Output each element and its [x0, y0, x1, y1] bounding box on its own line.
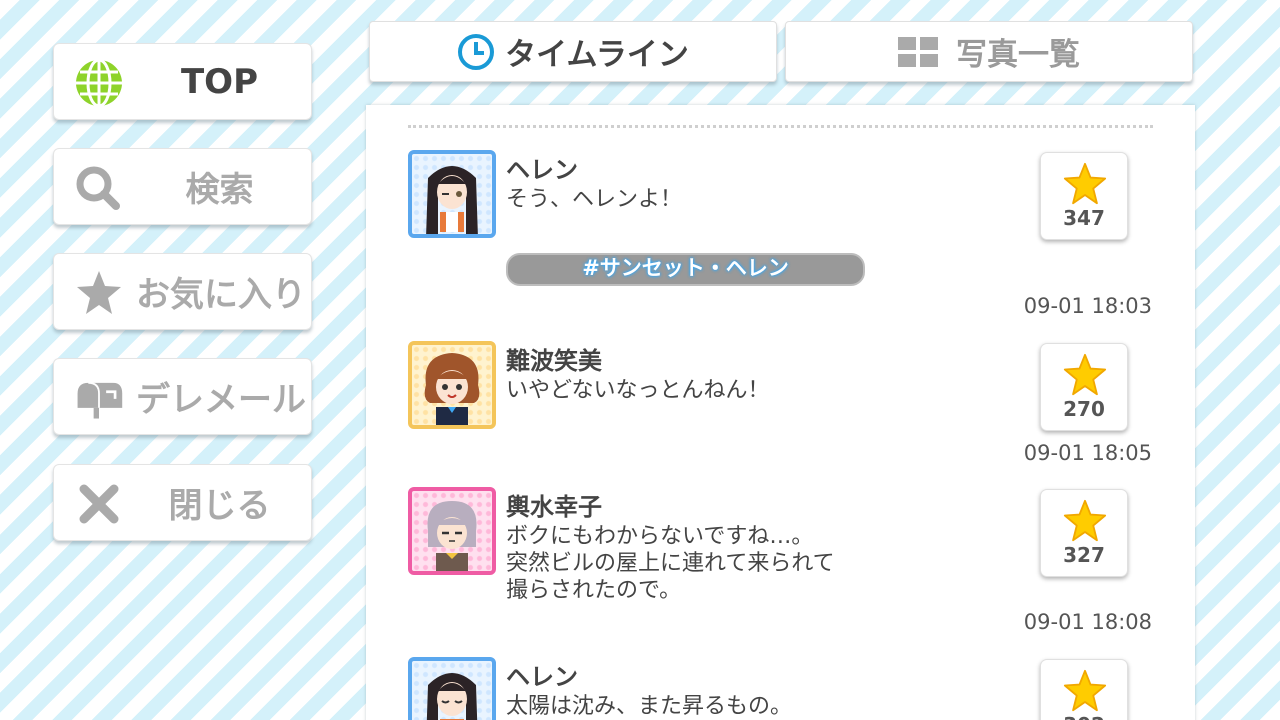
top-button[interactable]: TOP: [53, 43, 312, 120]
close-button[interactable]: 閉じる: [53, 464, 312, 541]
deremail-button[interactable]: デレメール: [53, 358, 312, 435]
post-author: ヘレン: [506, 156, 578, 184]
like-button[interactable]: 347: [1040, 152, 1128, 240]
search-icon: [74, 163, 124, 213]
star-icon: [74, 268, 124, 318]
avatar[interactable]: [408, 657, 496, 720]
star-icon: [1063, 353, 1107, 396]
post-author: 輿水幸子: [506, 493, 602, 521]
post-message: 太陽は沈み、また昇るもの。: [506, 694, 793, 719]
avatar[interactable]: [408, 487, 496, 575]
post-message: そう、ヘレンよ！: [506, 187, 683, 212]
timeline-panel[interactable]: ヘレン そう、ヘレンよ！ #サンセット・ヘレン 347 09-01 18:03: [366, 105, 1195, 720]
post-author: 難波笑美: [506, 347, 602, 375]
like-count: 347: [1063, 206, 1105, 230]
tab-timeline[interactable]: タイムライン: [369, 21, 777, 82]
tab-photos[interactable]: 写真一覧: [785, 21, 1193, 82]
favorites-label: お気に入り: [136, 275, 306, 315]
post-time: 09-01 18:08: [1023, 610, 1152, 634]
clock-icon: [457, 33, 495, 71]
like-button[interactable]: 327: [1040, 489, 1128, 577]
tab-timeline-label: タイムライン: [505, 37, 689, 73]
close-label: 閉じる: [168, 486, 271, 526]
hashtag[interactable]: #サンセット・ヘレン: [506, 253, 865, 286]
post-time: 09-01 18:03: [1023, 294, 1152, 318]
search-label: 検索: [185, 170, 254, 210]
like-count: 302: [1041, 713, 1127, 720]
star-icon: [1063, 499, 1107, 542]
top-label: TOP: [180, 61, 258, 102]
avatar[interactable]: [408, 150, 496, 238]
star-icon: [1063, 162, 1107, 205]
like-count: 270: [1063, 397, 1105, 421]
avatar[interactable]: [408, 341, 496, 429]
post-author: ヘレン: [506, 663, 578, 691]
star-icon: [1063, 669, 1107, 712]
divider: [408, 125, 1153, 128]
globe-icon: [74, 58, 124, 108]
post-time: 09-01 18:05: [1023, 441, 1152, 465]
close-icon: [74, 479, 124, 529]
like-button[interactable]: 270: [1040, 343, 1128, 431]
post-message: いやどないなっとんねん！: [506, 378, 770, 403]
tab-photos-label: 写真一覧: [956, 37, 1080, 73]
like-button[interactable]: 302: [1040, 659, 1128, 720]
mailbox-icon: [74, 373, 124, 423]
grid-icon: [898, 36, 938, 67]
search-button[interactable]: 検索: [53, 148, 312, 225]
favorites-button[interactable]: お気に入り: [53, 253, 312, 330]
like-count: 327: [1063, 543, 1105, 567]
post-message: ボクにもわからないですね…。 突然ビルの屋上に連れて来られて 撮らされたので。: [506, 524, 835, 603]
deremail-label: デレメール: [136, 380, 306, 420]
